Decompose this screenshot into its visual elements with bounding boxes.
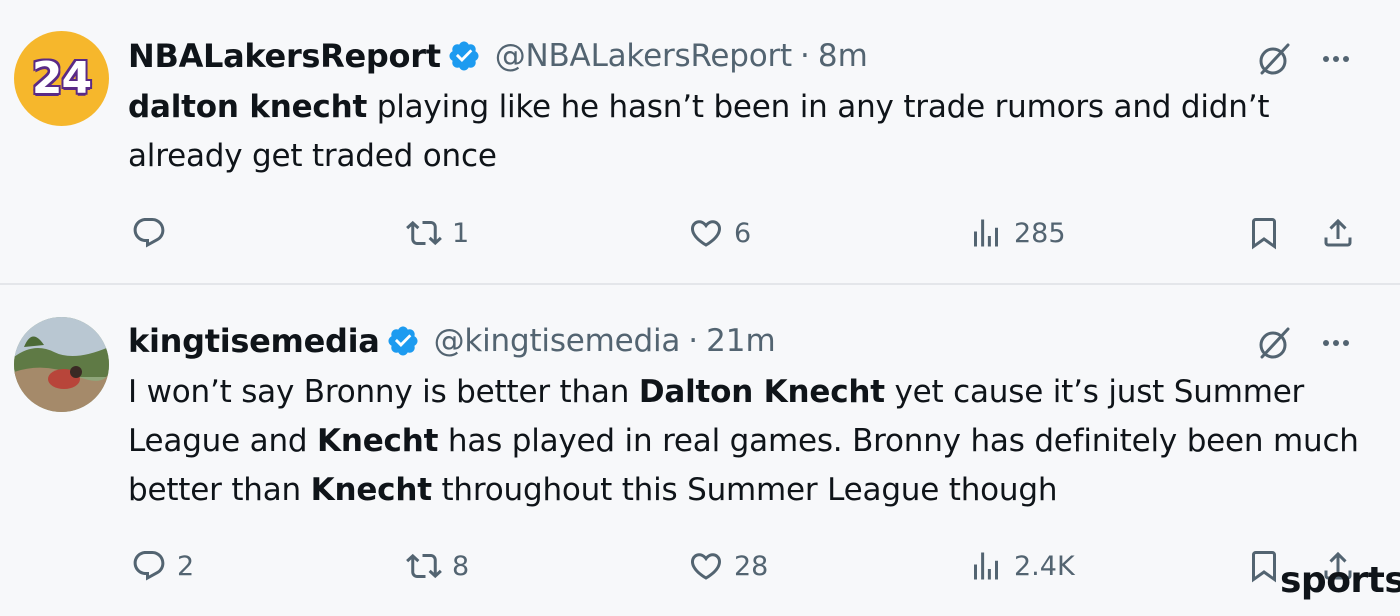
share-button[interactable] — [1320, 208, 1356, 258]
verified-badge-icon[interactable] — [386, 324, 420, 358]
avatar-number: 24 — [31, 53, 92, 104]
bookmark-icon — [1252, 551, 1276, 583]
like-button[interactable]: 28 — [688, 541, 768, 591]
share-icon — [1324, 218, 1352, 247]
display-name[interactable]: kingtisemedia — [128, 322, 380, 360]
like-count: 6 — [734, 217, 752, 249]
tweet-text-bold: Dalton Knecht — [638, 374, 885, 410]
reply-icon — [133, 218, 165, 248]
views-icon — [974, 219, 998, 247]
views-button[interactable]: 285 — [968, 208, 1066, 258]
timestamp[interactable]: 21m — [706, 323, 776, 359]
timestamp[interactable]: 8m — [818, 38, 868, 74]
grok-icon[interactable] — [1252, 321, 1296, 365]
views-button[interactable]: 2.4K — [968, 541, 1075, 591]
action-bar: 2 8 28 2.4K — [0, 541, 1400, 591]
retweet-count: 8 — [452, 550, 470, 582]
separator: · — [688, 323, 699, 359]
tweet-header: kingtisemedia @kingtisemedia · 21m — [128, 316, 776, 366]
tweet-text-bold: dalton knecht — [128, 89, 368, 125]
avatar[interactable] — [14, 317, 109, 412]
action-bar: 1 6 285 — [0, 208, 1400, 258]
views-icon — [974, 552, 998, 580]
tweet[interactable]: kingtisemedia @kingtisemedia · 21m I won… — [0, 285, 1400, 616]
like-icon — [690, 553, 722, 580]
retweet-count: 1 — [452, 217, 470, 249]
tweet-header: NBALakersReport @NBALakersReport · 8m — [128, 31, 868, 81]
avatar[interactable]: 24 — [14, 31, 109, 126]
tweet-text-span: I won’t say Bronny is better than — [128, 374, 639, 410]
tweet-text-bold: Knecht — [317, 423, 439, 459]
reply-button[interactable]: 2 — [131, 541, 194, 591]
tweet-text: dalton knecht playing like he hasn’t bee… — [128, 83, 1368, 181]
like-icon — [690, 220, 722, 247]
more-icon[interactable] — [1314, 37, 1358, 81]
tweet-text-bold: Knecht — [310, 472, 432, 508]
views-count: 2.4K — [1014, 550, 1075, 582]
retweet-icon — [406, 220, 442, 246]
like-count: 28 — [734, 550, 769, 582]
bookmark-button[interactable] — [1246, 541, 1282, 591]
separator: · — [800, 38, 810, 74]
retweet-button[interactable]: 1 — [406, 208, 469, 258]
display-name[interactable]: NBALakersReport — [128, 37, 441, 75]
reply-button[interactable] — [131, 208, 177, 258]
tweet[interactable]: 24 NBALakersReport @NBALakersReport · 8m… — [0, 0, 1400, 283]
verified-badge-icon[interactable] — [447, 39, 481, 73]
handle[interactable]: @kingtisemedia — [434, 323, 681, 359]
tweet-text-span: throughout this Summer League though — [431, 472, 1058, 508]
bookmark-icon — [1252, 218, 1276, 250]
more-icon[interactable] — [1314, 321, 1358, 365]
reply-icon — [133, 551, 165, 581]
retweet-button[interactable]: 8 — [406, 541, 469, 591]
reply-count: 2 — [177, 550, 195, 582]
sports-watermark: sports — [1280, 560, 1400, 601]
retweet-icon — [406, 553, 442, 579]
avatar-photo — [14, 317, 109, 412]
views-count: 285 — [1014, 217, 1066, 249]
like-button[interactable]: 6 — [688, 208, 751, 258]
bookmark-button[interactable] — [1246, 208, 1282, 258]
tweet-text: I won’t say Bronny is better than Dalton… — [128, 368, 1368, 515]
handle[interactable]: @NBALakersReport — [495, 38, 793, 74]
grok-icon[interactable] — [1252, 37, 1296, 81]
